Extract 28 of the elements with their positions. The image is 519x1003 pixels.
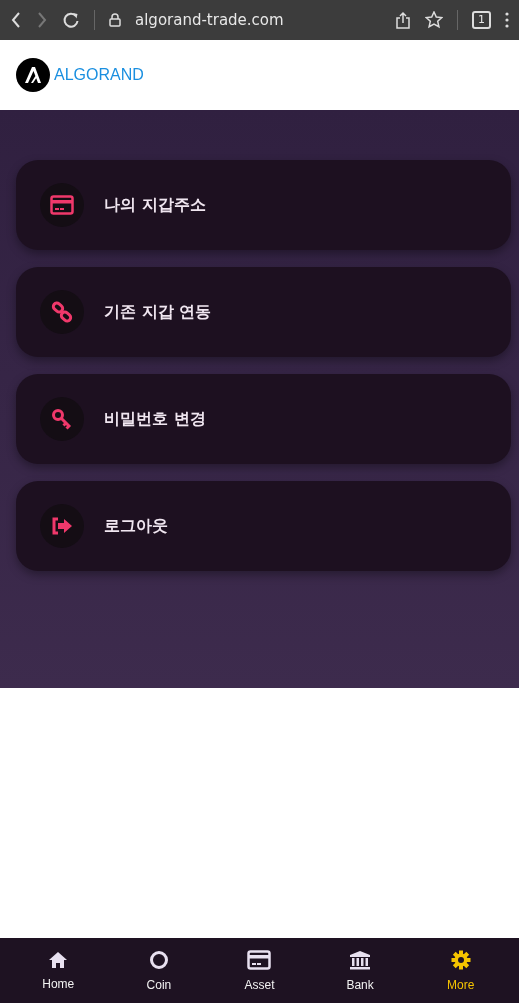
circle-icon xyxy=(148,949,169,970)
menu-item[interactable]: 기존 지갑 연동 xyxy=(16,267,511,357)
reload-icon[interactable] xyxy=(62,11,80,29)
lock-icon xyxy=(109,13,121,27)
nav-tab[interactable]: Home xyxy=(23,950,94,991)
tab-count[interactable]: 1 xyxy=(472,11,491,29)
more-icon[interactable] xyxy=(505,12,509,28)
nav-tab[interactable]: More xyxy=(425,949,496,992)
back-icon[interactable] xyxy=(10,11,22,29)
menu-item[interactable]: 로그아웃 xyxy=(16,481,511,571)
menu-item[interactable]: 나의 지갑주소 xyxy=(16,160,511,250)
star-icon[interactable] xyxy=(425,11,443,29)
menu-item[interactable]: 비밀번호 변경 xyxy=(16,374,511,464)
card-icon xyxy=(50,195,74,215)
logout-icon xyxy=(51,516,73,536)
share-icon[interactable] xyxy=(395,11,411,29)
bank-icon xyxy=(349,949,372,970)
logo-icon xyxy=(16,58,50,92)
card-icon xyxy=(247,949,272,970)
nav-tab[interactable]: Bank xyxy=(325,949,396,992)
link-icon xyxy=(51,301,73,323)
nav-tab[interactable]: Asset xyxy=(224,949,295,992)
forward-icon[interactable] xyxy=(36,11,48,29)
url-text[interactable]: algorand-trade.com xyxy=(135,11,381,29)
nav-tab[interactable]: Coin xyxy=(123,949,194,992)
logo-text[interactable]: ALGORAND xyxy=(54,66,144,84)
key-icon xyxy=(51,408,73,430)
home-icon xyxy=(48,950,69,969)
